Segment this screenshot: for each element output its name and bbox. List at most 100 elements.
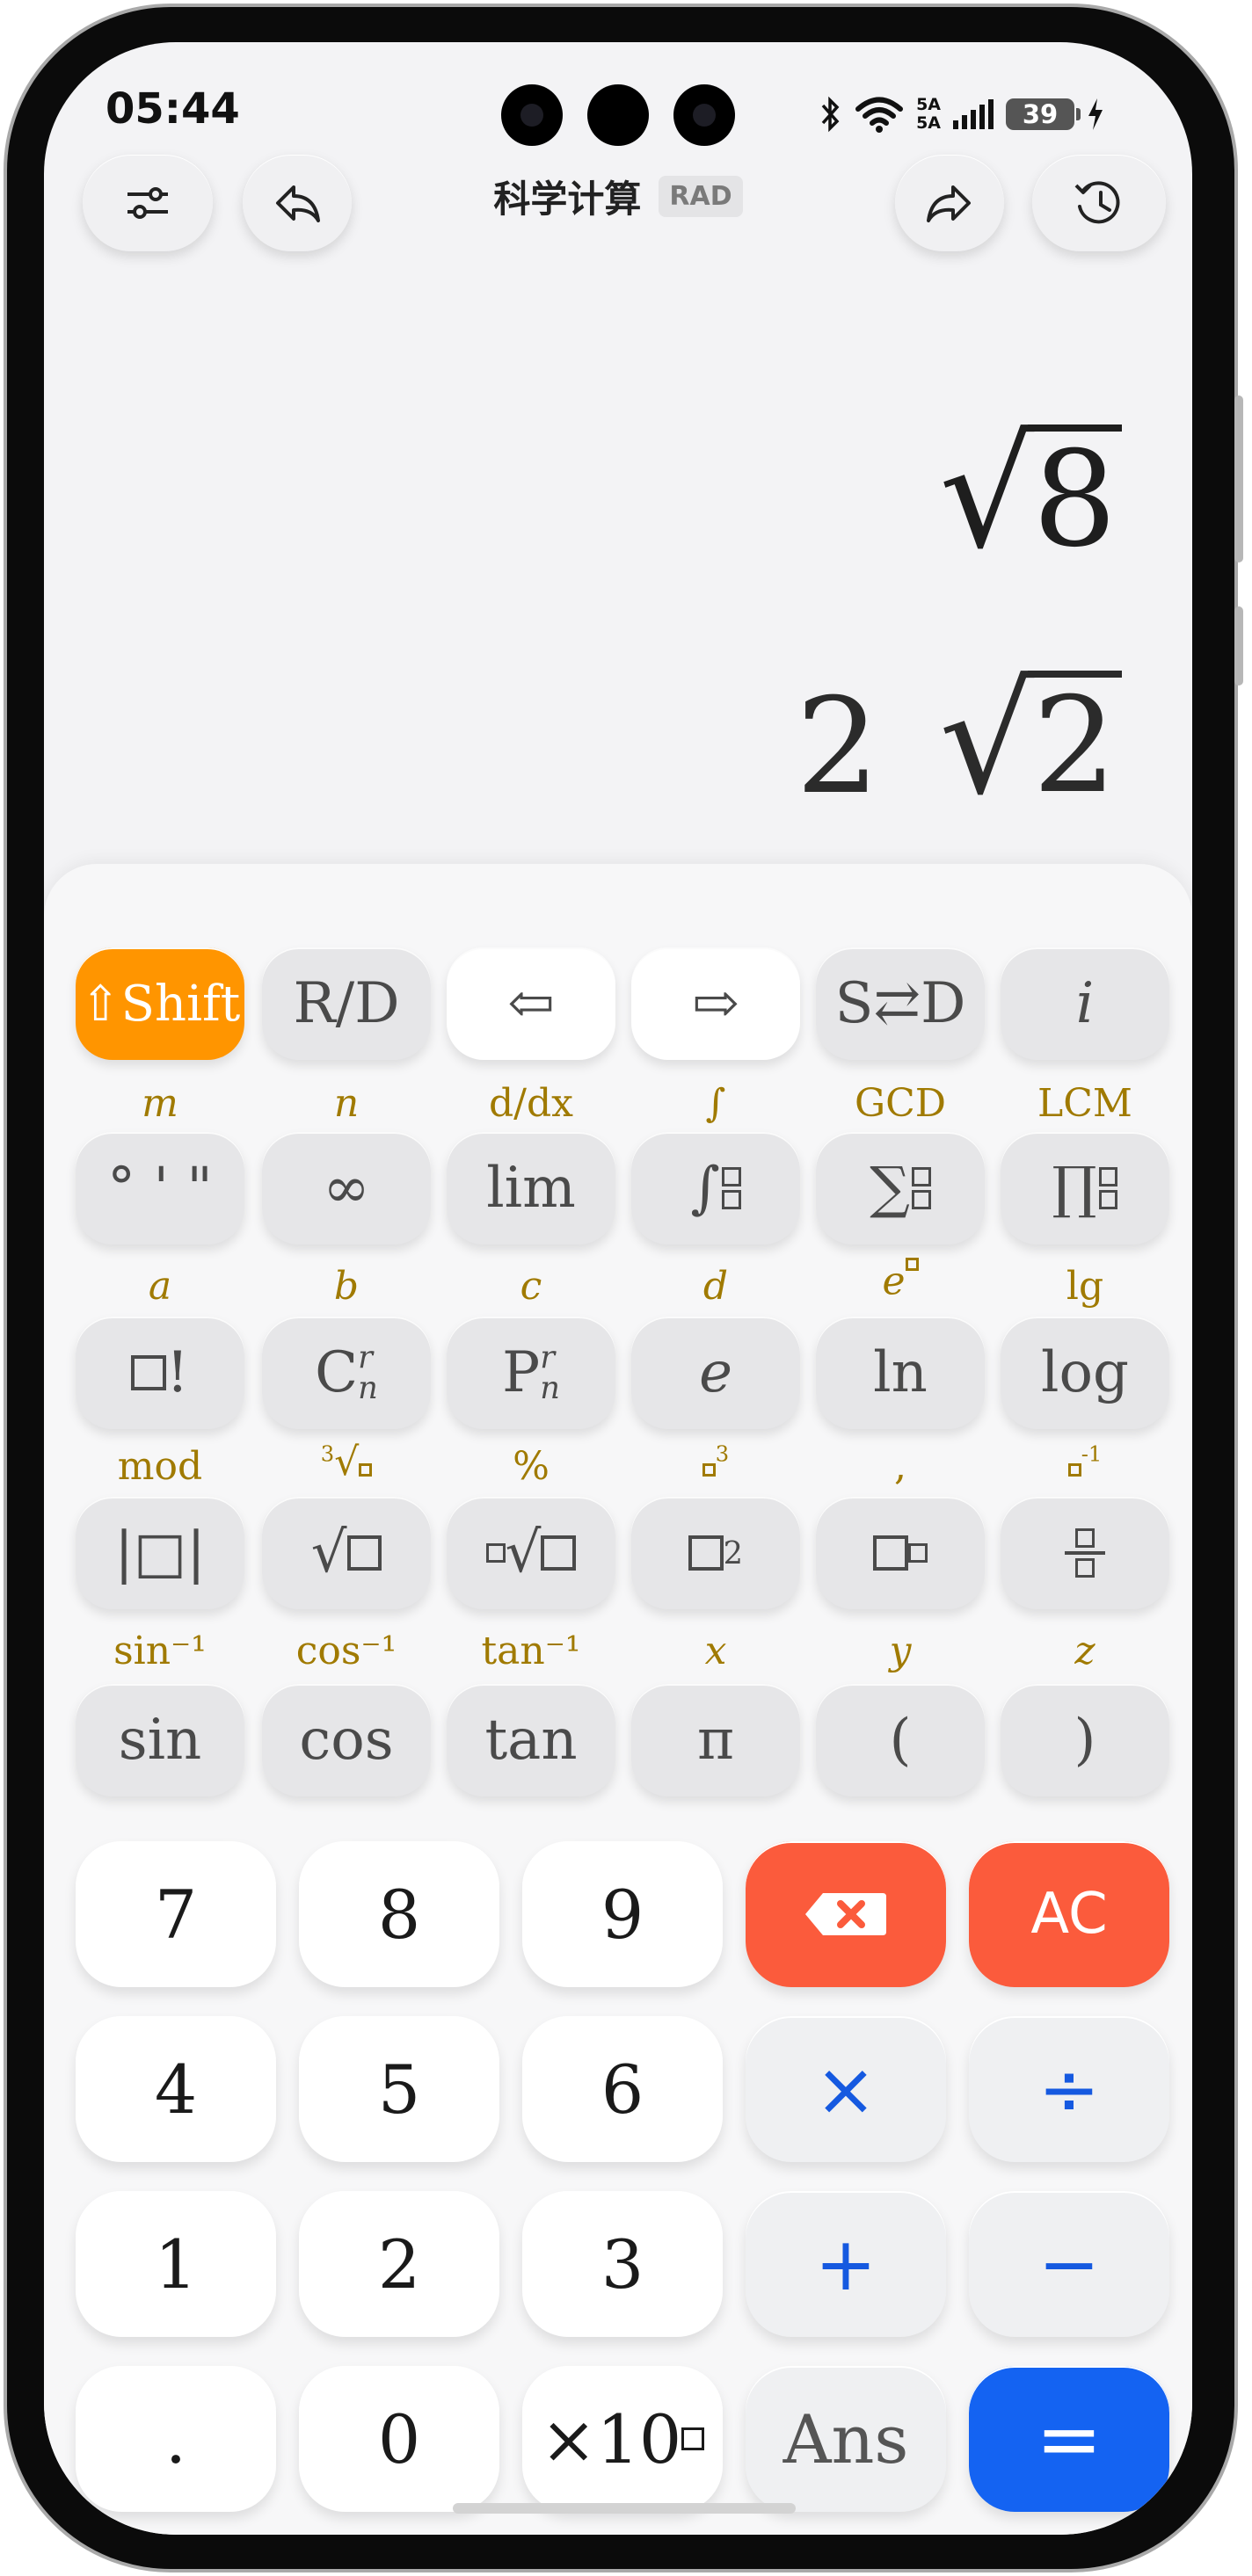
secondary-label: ∫ <box>705 1081 726 1126</box>
backspace-icon <box>805 1893 886 1935</box>
limit-key[interactable]: lim <box>447 1132 615 1244</box>
secondary-label: z <box>1074 1629 1096 1673</box>
expression-radicand: 8 <box>1027 424 1122 570</box>
shift-key[interactable]: ⇧Shift <box>76 947 244 1060</box>
square-key[interactable]: 2 <box>631 1497 800 1609</box>
keypad: ⇧Shift R/D ⇦ ⇨ S⇄D i m n d/dx ∫ GCD LCM … <box>44 864 1192 2535</box>
combination-key[interactable]: Crn <box>262 1317 431 1429</box>
camera-icon <box>501 84 563 146</box>
secondary-label: a <box>148 1264 172 1309</box>
fraction-key[interactable] <box>1001 1497 1169 1609</box>
digit-4-key[interactable]: 4 <box>76 2016 276 2162</box>
charging-icon <box>1088 98 1103 130</box>
digit-6-key[interactable]: 6 <box>522 2016 723 2162</box>
rd-key[interactable]: R/D <box>262 947 431 1060</box>
secondary-label: b <box>333 1264 360 1309</box>
power-key[interactable] <box>816 1497 985 1609</box>
digit-0-key[interactable]: 0 <box>299 2366 499 2512</box>
sd-toggle-key[interactable]: S⇄D <box>816 947 985 1060</box>
secondary-label: 3√ <box>262 1440 431 1484</box>
expression-display: √ 8 <box>939 420 1122 577</box>
digit-3-key[interactable]: 3 <box>522 2191 723 2337</box>
secondary-label: y <box>889 1629 912 1673</box>
ln-key[interactable]: ln <box>816 1317 985 1429</box>
square-root-key[interactable]: √ <box>262 1497 431 1609</box>
cos-key[interactable]: cos <box>262 1684 431 1796</box>
backspace-key[interactable] <box>746 1841 946 1987</box>
secondary-label: , <box>894 1444 906 1489</box>
camera-icon <box>587 84 649 146</box>
history-icon <box>1074 181 1120 224</box>
secondary-label: x <box>704 1629 727 1673</box>
secondary-label: e <box>816 1258 985 1303</box>
secondary-label: 3 <box>631 1440 800 1484</box>
digit-5-key[interactable]: 5 <box>299 2016 499 2162</box>
secondary-label: lg <box>1066 1264 1104 1309</box>
imaginary-key[interactable]: i <box>1001 947 1169 1060</box>
home-indicator[interactable] <box>453 2503 796 2514</box>
signal-icon <box>953 99 994 129</box>
angle-mode-badge[interactable]: RAD <box>659 176 743 217</box>
tan-key[interactable]: tan <box>447 1684 615 1796</box>
battery-icon: 39 <box>1006 98 1081 130</box>
secondary-label: -1 <box>1001 1440 1169 1484</box>
redo-button[interactable] <box>895 155 1004 251</box>
integral-key[interactable]: ∫ <box>631 1132 800 1244</box>
euler-key[interactable]: e <box>631 1317 800 1429</box>
title-text: 科学计算 <box>493 178 642 221</box>
open-paren-key[interactable]: ( <box>816 1684 985 1796</box>
pi-key[interactable]: π <box>631 1684 800 1796</box>
status-icons: 5A 5A 39 <box>819 88 1104 141</box>
answer-key[interactable]: Ans <box>746 2366 946 2512</box>
result-coefficient: 2 <box>796 671 880 824</box>
power-button <box>1234 606 1243 686</box>
sin-key[interactable]: sin <box>76 1684 244 1796</box>
secondary-label: d/dx <box>489 1081 573 1126</box>
app-screen: 05:44 5A 5A 39 科学计算 RAD √ 8 2 √ 2 ⇧Shift… <box>44 42 1192 2535</box>
nth-root-key[interactable]: √ <box>447 1497 615 1609</box>
factorial-key[interactable]: ! <box>76 1317 244 1429</box>
digit-1-key[interactable]: 1 <box>76 2191 276 2337</box>
digit-7-key[interactable]: 7 <box>76 1841 276 1987</box>
wifi-icon <box>855 97 904 133</box>
minus-key[interactable]: − <box>969 2191 1169 2337</box>
secondary-label: GCD <box>854 1081 947 1126</box>
decimal-point-key[interactable]: . <box>76 2366 276 2512</box>
permutation-key[interactable]: Prn <box>447 1317 615 1429</box>
digit-2-key[interactable]: 2 <box>299 2191 499 2337</box>
secondary-label: cos⁻¹ <box>295 1629 397 1673</box>
infinity-key[interactable]: ∞ <box>262 1132 431 1244</box>
secondary-label: mod <box>117 1444 203 1489</box>
scientific-exponent-key[interactable]: ×10 <box>522 2366 723 2512</box>
history-button[interactable] <box>1032 155 1166 251</box>
camera-icon <box>673 84 735 146</box>
secondary-label: LCM <box>1037 1081 1132 1126</box>
secondary-label: % <box>513 1444 550 1489</box>
phone-frame: 05:44 5A 5A 39 科学计算 RAD √ 8 2 √ 2 ⇧Shift… <box>0 0 1252 2576</box>
secondary-label: m <box>142 1081 178 1126</box>
degree-key[interactable]: ° ' " <box>76 1132 244 1244</box>
result-display: 2 √ 2 <box>796 666 1122 824</box>
secondary-label: n <box>333 1081 360 1126</box>
network-label: 5A 5A <box>916 95 941 133</box>
result-radicand: 2 <box>1027 670 1122 816</box>
equals-key[interactable]: = <box>969 2366 1169 2512</box>
secondary-label: c <box>520 1264 542 1309</box>
secondary-label: tan⁻¹ <box>481 1629 581 1673</box>
all-clear-key[interactable]: AC <box>969 1841 1169 1987</box>
multiply-key[interactable]: × <box>746 2016 946 2162</box>
close-paren-key[interactable]: ) <box>1001 1684 1169 1796</box>
product-key[interactable]: ∏ <box>1001 1132 1169 1244</box>
sum-key[interactable]: ∑ <box>816 1132 985 1244</box>
cursor-right-key[interactable]: ⇨ <box>631 947 800 1060</box>
digit-8-key[interactable]: 8 <box>299 1841 499 1987</box>
status-time: 05:44 <box>106 84 240 134</box>
redo-icon <box>927 185 971 222</box>
divide-key[interactable]: ÷ <box>969 2016 1169 2162</box>
digit-9-key[interactable]: 9 <box>522 1841 723 1987</box>
plus-key[interactable]: + <box>746 2191 946 2337</box>
log-key[interactable]: log <box>1001 1317 1169 1429</box>
secondary-label: sin⁻¹ <box>113 1629 207 1673</box>
absolute-value-key[interactable]: |□| <box>76 1497 244 1609</box>
cursor-left-key[interactable]: ⇦ <box>447 947 615 1060</box>
